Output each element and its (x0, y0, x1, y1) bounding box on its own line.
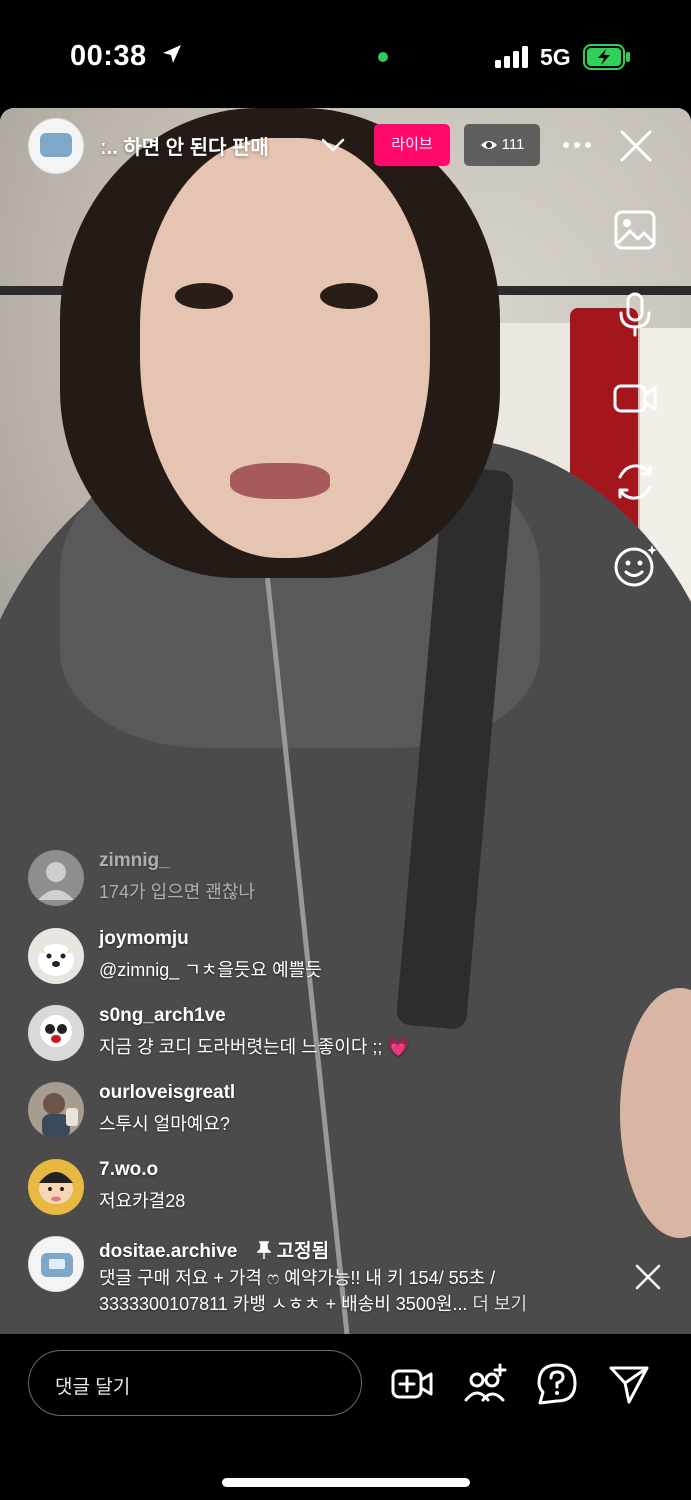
figure-icon (40, 1015, 72, 1047)
comment-text: 스투시 얼마예요? (99, 1114, 230, 1134)
pinned-label-text: 고정됨 (276, 1241, 330, 1262)
live-title[interactable]: ː.. 하면 안 된다 판매 (100, 131, 315, 160)
mic-indicator-dot (378, 52, 388, 62)
pinned-username-row: dositae.archive 고정됨 (99, 1236, 329, 1263)
telephone-icon (40, 133, 72, 157)
battery-charging-icon (583, 44, 630, 70)
status-time: 00:38 (70, 40, 147, 72)
cellular-signal-icon (495, 46, 528, 68)
add-video-icon[interactable] (390, 1362, 434, 1406)
comment-input[interactable]: 댓글 달기 (28, 1350, 362, 1416)
dog-icon (38, 942, 74, 976)
comment-text: 174가 입으면 괜찮나 (99, 882, 255, 902)
telephone-icon (41, 1253, 73, 1277)
home-indicator (222, 1478, 470, 1487)
more-options-icon[interactable] (560, 130, 594, 160)
question-icon[interactable] (535, 1362, 579, 1406)
chevron-down-icon[interactable] (320, 133, 346, 157)
unpin-close-icon[interactable] (633, 1262, 663, 1292)
comment-text: @zimnig_ ㄱㅊ을듯요 예쁠듯 (99, 960, 322, 980)
figure-avatar[interactable] (28, 1005, 84, 1061)
comment-username[interactable]: ourloveisgreatl (99, 1082, 235, 1104)
pinned-username[interactable]: dositae.archive (99, 1241, 237, 1262)
photo-avatar[interactable] (28, 1082, 84, 1138)
cartoon-avatar[interactable] (28, 1159, 84, 1215)
comment-username[interactable]: joymomju (99, 928, 189, 950)
video-camera-icon[interactable] (612, 375, 658, 421)
comment-item[interactable]: s0ng_arch1ve 지금 걍 코디 도라버렷는데 느좋이다 ;; 💗 (28, 1005, 648, 1061)
close-icon[interactable] (618, 128, 654, 164)
pinned-comment[interactable]: dositae.archive 고정됨 댓글 구매 저요 + 가격 ෆ 예약가능… (28, 1236, 648, 1316)
left-eye (175, 283, 233, 309)
comment-username[interactable]: zimnig_ (99, 850, 170, 872)
effects-icon[interactable] (612, 543, 658, 589)
pinned-avatar[interactable] (28, 1236, 84, 1292)
pinned-text-line2: 3333300107811 카뱅 ㅅㅎㅊ + 배송비 3500원... 더 보기 (99, 1290, 527, 1316)
flip-camera-icon[interactable] (612, 459, 658, 505)
eye-icon (480, 141, 497, 150)
live-badge: 라이브 (374, 124, 450, 166)
image-icon[interactable] (612, 207, 658, 253)
comment-text: 저요카결28 (99, 1191, 186, 1211)
mouth (230, 463, 330, 499)
comment-item[interactable]: ourloveisgreatl 스투시 얼마예요? (28, 1082, 648, 1138)
host-avatar[interactable] (28, 118, 84, 174)
microphone-icon[interactable] (612, 291, 658, 337)
network-type: 5G (540, 44, 571, 70)
dog-avatar[interactable] (28, 928, 84, 984)
comment-item[interactable]: 7.wo.o 저요카결28 (28, 1159, 648, 1215)
live-video-feed[interactable] (0, 108, 691, 1334)
add-guest-icon[interactable] (463, 1362, 507, 1406)
pinned-text-line2-body: 3333300107811 카뱅 ㅅㅎㅊ + 배송비 3500원... (99, 1294, 468, 1314)
location-arrow-icon (163, 45, 181, 63)
person-photo-icon (42, 1093, 78, 1138)
face (140, 138, 430, 558)
comment-input-placeholder: 댓글 달기 (55, 1377, 131, 1398)
viewer-count: 111 (501, 136, 525, 153)
default-avatar[interactable] (28, 850, 84, 906)
comment-item[interactable]: joymomju @zimnig_ ㄱㅊ을듯요 예쁠듯 (28, 928, 648, 984)
viewer-count-badge[interactable]: 111 (464, 124, 540, 166)
right-eye (320, 283, 378, 309)
send-icon[interactable] (607, 1362, 651, 1406)
comment-username[interactable]: 7.wo.o (99, 1159, 158, 1181)
see-more-link[interactable]: 더 보기 (472, 1294, 527, 1314)
pin-icon (255, 1241, 272, 1259)
pinned-label: 고정됨 (255, 1241, 330, 1262)
status-bar: 00:38 5G (0, 0, 691, 108)
comment-username[interactable]: s0ng_arch1ve (99, 1005, 226, 1027)
person-icon (38, 862, 74, 900)
cartoon-face-icon (39, 1172, 73, 1204)
comment-text: 지금 걍 코디 도라버렷는데 느좋이다 ;; 💗 (99, 1037, 410, 1057)
pinned-text-line1: 댓글 구매 저요 + 가격 ෆ 예약가능!! 내 키 154/ 55초 / (99, 1268, 496, 1288)
comment-item[interactable]: zimnig_ 174가 입으면 괜찮나 (28, 850, 648, 906)
